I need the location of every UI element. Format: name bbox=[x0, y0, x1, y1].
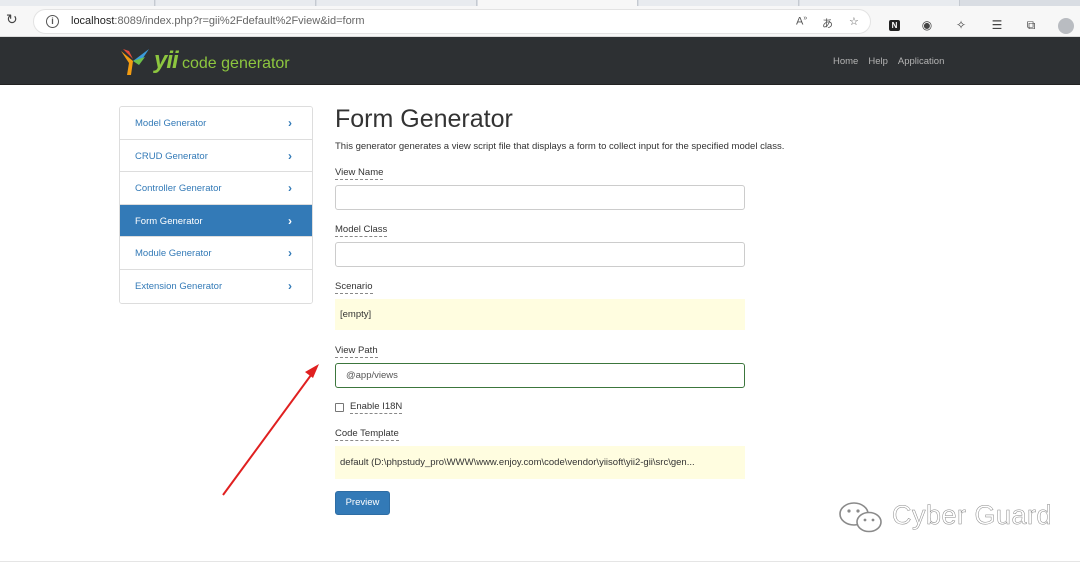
nav-help-link[interactable]: Help bbox=[868, 56, 888, 67]
nav-links: Home Help Application bbox=[833, 56, 954, 67]
chevron-right-icon: › bbox=[288, 181, 292, 196]
nav-application-link[interactable]: Application bbox=[898, 56, 944, 67]
translate-icon[interactable]: あ bbox=[822, 15, 833, 31]
url-path: :8089/index.php?r=gii%2Fdefault%2Fview&i… bbox=[114, 15, 365, 27]
preview-button[interactable]: Preview bbox=[335, 491, 390, 515]
wechat-icon bbox=[839, 502, 882, 533]
model-class-label[interactable]: Model Class bbox=[335, 223, 388, 237]
extension-circle-icon[interactable]: ◉ bbox=[920, 18, 934, 32]
sidebar-item-label: Model Generator bbox=[135, 118, 207, 129]
collections-icon[interactable]: ⧉ bbox=[1024, 18, 1038, 32]
yii-logo-icon bbox=[121, 49, 149, 75]
chevron-right-icon: › bbox=[288, 116, 292, 130]
sidebar-item-label: Controller Generator bbox=[135, 183, 222, 195]
view-name-label[interactable]: View Name bbox=[335, 166, 384, 180]
reload-icon[interactable]: ↻ bbox=[6, 12, 20, 26]
favorites-icon[interactable]: ☰ bbox=[990, 18, 1004, 32]
nav-home-link[interactable]: Home bbox=[833, 56, 858, 67]
chevron-right-icon: › bbox=[288, 213, 292, 228]
extension-n-icon[interactable]: N bbox=[889, 20, 900, 31]
sidebar-item-extension-generator[interactable]: Extension Generator › bbox=[120, 269, 312, 303]
model-class-input[interactable] bbox=[335, 242, 745, 267]
view-name-input[interactable] bbox=[335, 185, 745, 210]
profile-avatar[interactable] bbox=[1058, 18, 1074, 34]
read-aloud-icon[interactable]: A» bbox=[796, 15, 807, 28]
footer-divider bbox=[0, 561, 1080, 562]
view-path-label[interactable]: View Path bbox=[335, 344, 378, 358]
page-title: Form Generator bbox=[335, 105, 513, 133]
view-path-input[interactable]: @app/views bbox=[335, 363, 745, 388]
sidebar-item-label: Module Generator bbox=[135, 248, 212, 260]
page-description: This generator generates a view script f… bbox=[335, 141, 785, 152]
favorite-add-icon[interactable]: ☆ bbox=[849, 15, 859, 28]
sidebar-item-module-generator[interactable]: Module Generator › bbox=[120, 237, 312, 270]
sidebar-item-label: CRUD Generator bbox=[135, 150, 208, 162]
url-text[interactable]: localhost:8089/index.php?r=gii%2Fdefault… bbox=[71, 15, 365, 27]
enable-i18n-label[interactable]: Enable I18N bbox=[350, 401, 403, 414]
sidebar-item-model-generator[interactable]: Model Generator › bbox=[120, 107, 312, 140]
url-host: localhost bbox=[71, 15, 115, 27]
sidebar-item-form-generator[interactable]: Form Generator › bbox=[120, 204, 312, 238]
generator-sidebar: Model Generator › CRUD Generator › Contr… bbox=[119, 106, 313, 304]
top-navbar: yii code generator Home Help Application bbox=[0, 37, 1080, 85]
code-template-label[interactable]: Code Template bbox=[335, 427, 399, 441]
sidebar-item-controller-generator[interactable]: Controller Generator › bbox=[120, 172, 312, 205]
brand-yii-text: yii bbox=[154, 47, 179, 74]
brand-subtitle: code generator bbox=[182, 55, 290, 72]
enable-i18n-checkbox[interactable] bbox=[335, 403, 344, 412]
url-box[interactable]: i localhost:8089/index.php?r=gii%2Fdefau… bbox=[33, 9, 871, 34]
scenario-value[interactable]: [empty] bbox=[335, 299, 745, 330]
sidebar-item-label: Form Generator bbox=[135, 215, 203, 227]
watermark-text: Cyber Guard bbox=[892, 500, 1053, 531]
extensions-puzzle-icon[interactable]: ✧ bbox=[954, 18, 968, 32]
scenario-label[interactable]: Scenario bbox=[335, 280, 373, 294]
address-bar-row: ↻ i localhost:8089/index.php?r=gii%2Fdef… bbox=[0, 6, 1080, 37]
chevron-right-icon: › bbox=[288, 278, 292, 293]
code-template-value[interactable]: default (D:\phpstudy_pro\WWW\www.enjoy.c… bbox=[335, 446, 745, 479]
site-info-icon[interactable]: i bbox=[46, 15, 59, 28]
chevron-right-icon: › bbox=[288, 148, 292, 163]
sidebar-item-label: Extension Generator bbox=[135, 280, 223, 292]
chevron-right-icon: › bbox=[288, 246, 292, 261]
sidebar-item-crud-generator[interactable]: CRUD Generator › bbox=[120, 139, 312, 173]
